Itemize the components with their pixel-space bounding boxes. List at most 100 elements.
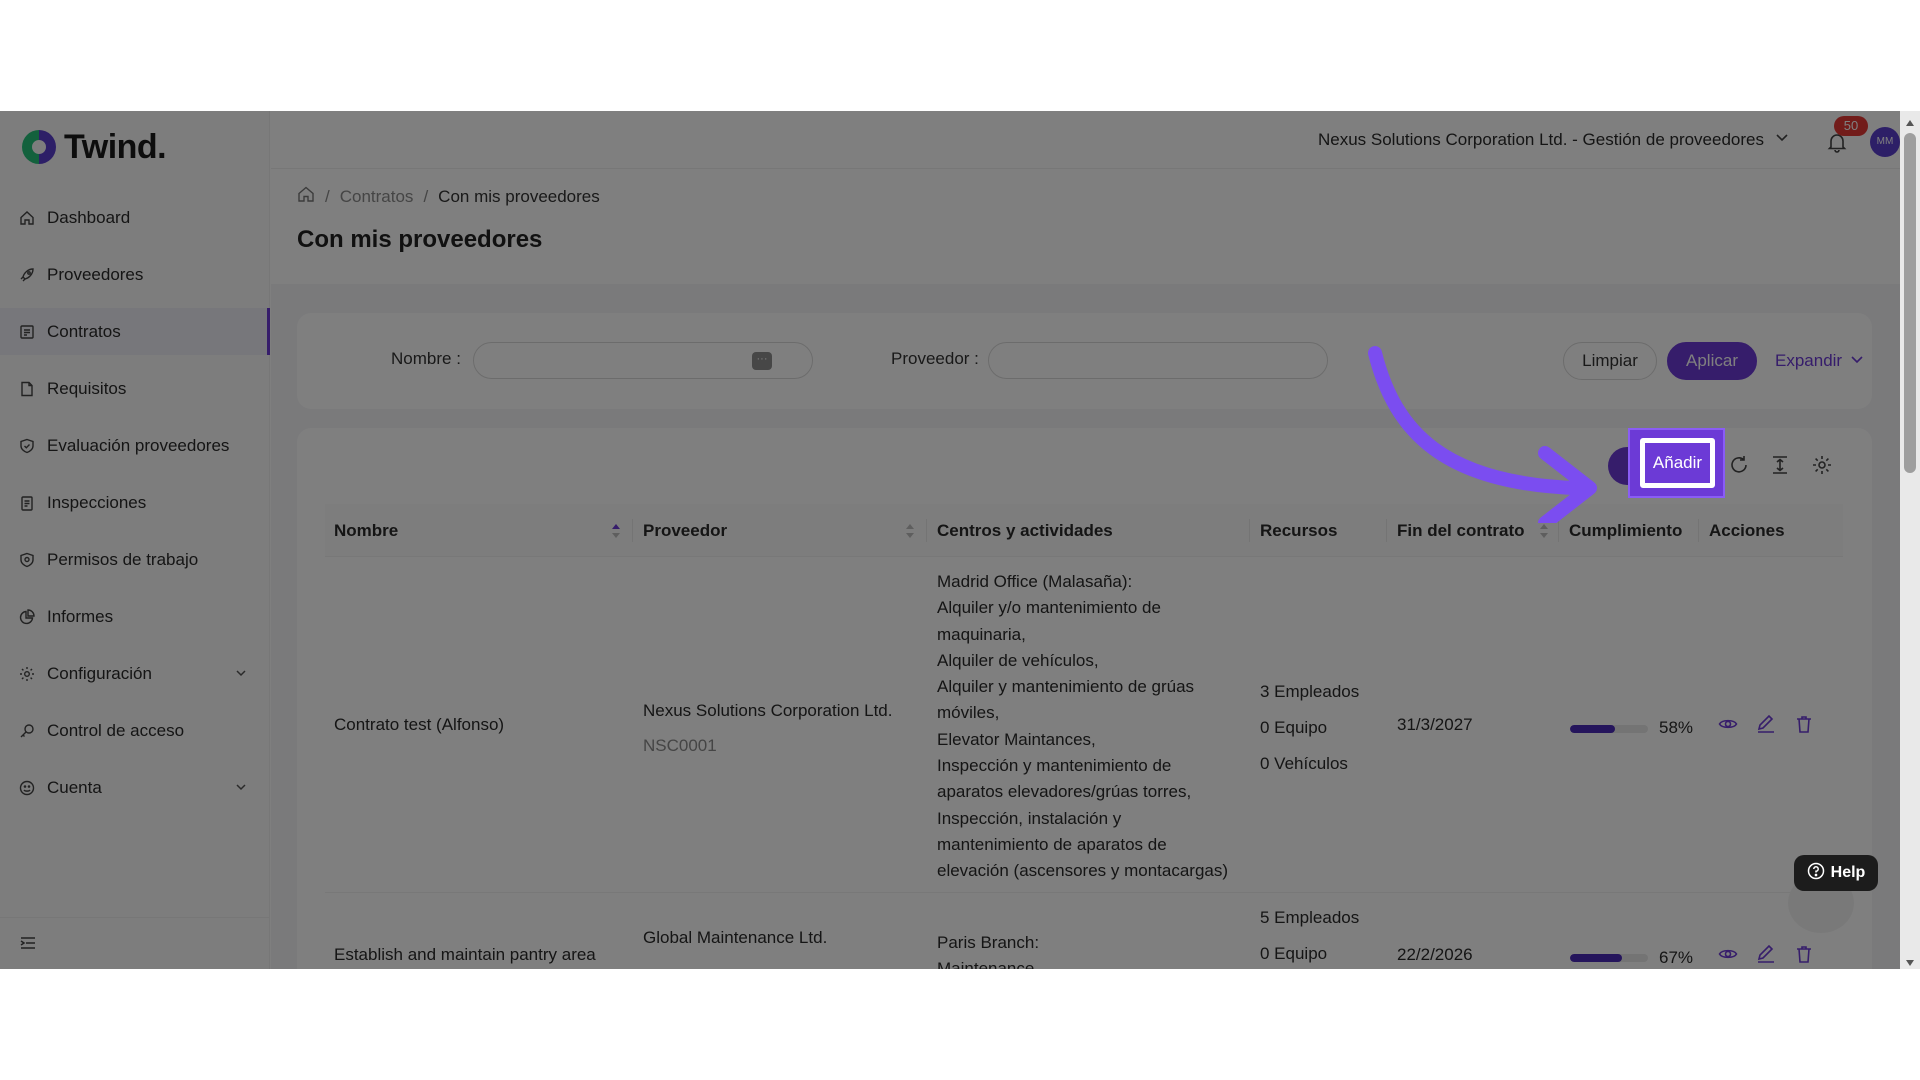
- resource-employees: 5 Empleados: [1260, 908, 1360, 927]
- sidebar: Twind. Dashboard Proveedores Contratos R…: [0, 111, 270, 969]
- column-nombre[interactable]: Nombre: [325, 504, 398, 557]
- sidebar-item-cuenta[interactable]: Cuenta: [0, 764, 270, 811]
- sort-icon[interactable]: [905, 522, 915, 540]
- contract-name[interactable]: Contrato test (Alfonso): [334, 712, 504, 738]
- proveedor-label: Proveedor :: [891, 349, 979, 368]
- compliance-bar: [1570, 954, 1648, 962]
- sidebar-item-label: Evaluación proveedores: [47, 435, 230, 455]
- sidebar-item-evaluacion[interactable]: Evaluación proveedores: [0, 422, 270, 469]
- page-scrollbar[interactable]: [1900, 111, 1920, 969]
- menu-collapse-icon[interactable]: [19, 934, 37, 952]
- add-button[interactable]: Añadir: [1640, 438, 1715, 488]
- resource-equipment: 0 Equipo: [1260, 944, 1328, 963]
- proveedor-input[interactable]: [988, 342, 1328, 379]
- provider-name: Nexus Solutions Corporation Ltd.: [643, 701, 893, 720]
- chevron-down-icon: [234, 665, 248, 679]
- sidebar-footer: [0, 917, 270, 969]
- sidebar-item-inspecciones[interactable]: Inspecciones: [0, 479, 270, 526]
- column-height-icon[interactable]: [1769, 454, 1791, 476]
- end-date: 22/2/2026: [1397, 945, 1473, 964]
- sidebar-item-proveedores[interactable]: Proveedores: [0, 251, 270, 298]
- user-circle-icon: [18, 779, 36, 797]
- expand-button[interactable]: Expandir: [1775, 342, 1875, 380]
- notification-badge: 50: [1834, 116, 1868, 136]
- centers-activities: Paris Branch: Maintenance: [937, 933, 1040, 969]
- column-divider: [1698, 519, 1699, 542]
- nombre-input[interactable]: ···: [473, 342, 813, 379]
- apply-button[interactable]: Aplicar: [1667, 342, 1757, 380]
- filter-panel: Nombre : ··· Proveedor : Limpiar Aplicar…: [297, 313, 1872, 409]
- sidebar-item-configuracion[interactable]: Configuración: [0, 650, 270, 697]
- contract-icon: [18, 323, 36, 341]
- sidebar-item-control-acceso[interactable]: Control de acceso: [0, 707, 270, 754]
- sidebar-item-dashboard[interactable]: Dashboard: [0, 194, 270, 241]
- trash-icon[interactable]: [1794, 714, 1814, 734]
- scroll-down-icon[interactable]: [1905, 955, 1915, 966]
- table-row: Establish and maintain pantry area Globa…: [325, 894, 1843, 969]
- eye-icon[interactable]: [1718, 714, 1738, 734]
- chevron-down-icon: [1774, 129, 1790, 150]
- home-icon[interactable]: [297, 185, 315, 208]
- column-acciones: Acciones: [1709, 521, 1785, 540]
- page-header: / Contratos / Con mis proveedores Con mi…: [271, 169, 1920, 284]
- edit-icon[interactable]: [1756, 714, 1776, 734]
- column-recursos: Recursos: [1260, 521, 1338, 540]
- sidebar-item-label: Dashboard: [47, 207, 131, 227]
- sidebar-item-requisitos[interactable]: Requisitos: [0, 365, 270, 412]
- clipboard-icon: [18, 494, 36, 512]
- expand-label: Expandir: [1775, 351, 1843, 370]
- scroll-thumb[interactable]: [1904, 133, 1916, 473]
- sidebar-item-label: Contratos: [47, 321, 121, 341]
- home-icon: [18, 209, 36, 227]
- sort-icon[interactable]: [1539, 522, 1549, 540]
- sort-icon[interactable]: [611, 522, 621, 540]
- top-bar: Nexus Solutions Corporation Ltd. - Gesti…: [271, 111, 1920, 169]
- sidebar-item-contratos[interactable]: Contratos: [0, 308, 270, 355]
- sidebar-nav: Dashboard Proveedores Contratos Requisit…: [0, 194, 270, 821]
- edit-icon[interactable]: [1756, 944, 1776, 964]
- contract-name[interactable]: Establish and maintain pantry area: [334, 942, 596, 968]
- column-divider: [1249, 519, 1250, 542]
- sidebar-item-label: Informes: [47, 606, 114, 626]
- main-content: / Contratos / Con mis proveedores Con mi…: [271, 169, 1920, 969]
- sidebar-item-label: Permisos de trabajo: [47, 549, 199, 569]
- eye-icon[interactable]: [1718, 944, 1738, 964]
- provider-name: Global Maintenance Ltd.: [643, 928, 828, 947]
- pie-chart-icon: [18, 608, 36, 626]
- key-icon: [18, 722, 36, 740]
- scroll-up-icon[interactable]: [1905, 115, 1915, 126]
- end-date: 31/3/2027: [1397, 715, 1473, 734]
- compliance-bar-fill: [1570, 725, 1616, 733]
- trash-icon[interactable]: [1794, 944, 1814, 964]
- sidebar-item-permisos[interactable]: Permisos de trabajo: [0, 536, 270, 583]
- gear-icon: [18, 665, 36, 683]
- chevron-down-icon: [1850, 343, 1864, 379]
- breadcrumb-separator: /: [423, 186, 429, 206]
- column-proveedor[interactable]: Proveedor: [634, 504, 727, 557]
- avatar[interactable]: MM: [1870, 127, 1900, 157]
- help-button[interactable]: Help: [1794, 855, 1878, 891]
- contracts-table-card: Nombre Proveedor Centros y actividades R…: [297, 428, 1872, 969]
- resource-vehicles: 0 Vehículos: [1260, 754, 1348, 773]
- shield-icon: [18, 551, 36, 569]
- compliance-bar: [1570, 725, 1648, 733]
- question-circle-icon: [1807, 862, 1825, 885]
- sidebar-item-informes[interactable]: Informes: [0, 593, 270, 640]
- sidebar-item-label: Cuenta: [47, 777, 102, 797]
- breadcrumb-separator: /: [325, 186, 330, 206]
- sidebar-item-label: Control de acceso: [47, 720, 185, 740]
- ellipsis-icon[interactable]: ···: [752, 352, 772, 370]
- sidebar-item-label: Requisitos: [47, 378, 127, 398]
- table-header: Nombre Proveedor Centros y actividades R…: [325, 504, 1843, 557]
- breadcrumb-contratos[interactable]: Contratos: [340, 187, 414, 207]
- company-selector[interactable]: Nexus Solutions Corporation Ltd. - Gesti…: [1318, 129, 1790, 150]
- column-divider: [926, 519, 927, 542]
- chevron-down-icon: [234, 779, 248, 793]
- table-row: Contrato test (Alfonso) Nexus Solutions …: [325, 557, 1843, 893]
- refresh-icon[interactable]: [1728, 454, 1750, 476]
- nombre-label: Nombre :: [391, 349, 461, 368]
- brand-logo[interactable]: Twind.: [20, 127, 167, 167]
- add-button-highlight[interactable]: Añadir: [1628, 428, 1725, 498]
- settings-icon[interactable]: [1811, 454, 1833, 476]
- column-centros: Centros y actividades: [937, 521, 1113, 540]
